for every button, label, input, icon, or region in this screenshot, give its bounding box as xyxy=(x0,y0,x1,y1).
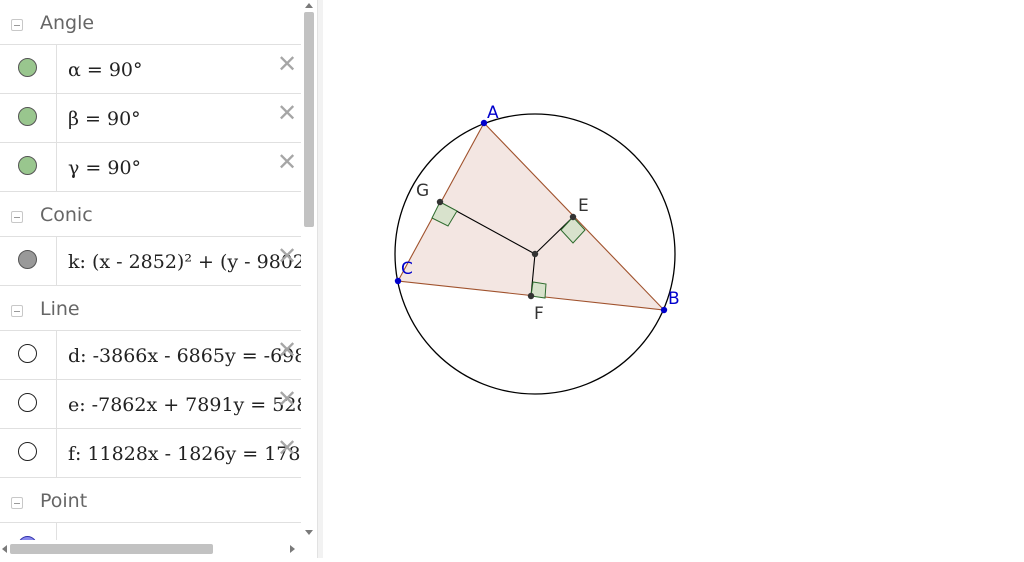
vertical-scroll-thumb[interactable] xyxy=(304,12,314,227)
label-f: F xyxy=(534,304,544,324)
point-g[interactable] xyxy=(436,198,444,206)
point-f[interactable] xyxy=(527,292,535,300)
delete-icon[interactable]: ✕ xyxy=(276,338,298,362)
group-title: Point xyxy=(40,490,88,512)
visibility-marble-icon[interactable] xyxy=(18,536,37,540)
marble-cell xyxy=(0,237,57,285)
delete-icon[interactable]: ✕ xyxy=(276,52,298,76)
collapse-group-icon[interactable] xyxy=(11,305,23,317)
scroll-right-arrow-icon[interactable] xyxy=(290,545,295,553)
label-c: C xyxy=(401,259,413,279)
collapse-group-icon[interactable] xyxy=(11,497,23,509)
marble-cell xyxy=(0,331,57,379)
algebra-item[interactable]: α = 90° ✕ xyxy=(0,45,301,94)
marble-cell xyxy=(0,45,57,93)
visibility-marble-icon[interactable] xyxy=(18,344,37,363)
algebra-expression[interactable]: e: -7862x + 7891y = 528 xyxy=(68,394,301,416)
algebra-item[interactable]: k: (x - 2852)² + (y - 9802 ✕ xyxy=(0,237,301,286)
point-b[interactable] xyxy=(660,306,668,314)
visibility-marble-icon[interactable] xyxy=(18,156,37,175)
visibility-marble-icon[interactable] xyxy=(18,107,37,126)
horizontal-scrollbar[interactable] xyxy=(0,541,301,558)
algebra-item[interactable]: f: 11828x - 1826y = 1781 ✕ xyxy=(0,429,301,478)
delete-icon[interactable]: ✕ xyxy=(276,244,298,268)
marble-cell xyxy=(0,94,57,142)
group-header-3[interactable]: Point xyxy=(0,478,301,523)
horizontal-scroll-thumb[interactable] xyxy=(10,544,213,554)
algebra-item[interactable]: γ = 90° ✕ xyxy=(0,143,301,192)
visibility-marble-icon[interactable] xyxy=(18,442,37,461)
algebra-expression[interactable]: α = 90° xyxy=(68,59,143,81)
algebra-view: Angle α = 90° ✕ β = 90° ✕ γ = 90° ✕ Conic k: (x … xyxy=(0,0,317,558)
group-title: Conic xyxy=(40,204,93,226)
visibility-marble-icon[interactable] xyxy=(18,250,37,269)
algebra-expression[interactable]: β = 90° xyxy=(68,108,141,130)
algebra-item-partial[interactable] xyxy=(0,523,301,540)
algebra-expression[interactable]: d: -3866x - 6865y = -698 xyxy=(68,345,301,367)
point-e[interactable] xyxy=(569,213,577,221)
marble-cell xyxy=(0,380,57,428)
label-b: B xyxy=(668,289,680,309)
graphics-view[interactable]: A B C E F G xyxy=(323,0,1024,558)
delete-icon[interactable]: ✕ xyxy=(276,101,298,125)
vertical-scrollbar[interactable] xyxy=(301,0,317,541)
algebra-item[interactable]: β = 90° ✕ xyxy=(0,94,301,143)
collapse-group-icon[interactable] xyxy=(11,211,23,223)
scroll-up-arrow-icon[interactable] xyxy=(305,3,313,8)
delete-icon[interactable]: ✕ xyxy=(276,436,298,460)
label-a: A xyxy=(487,103,499,123)
graphics-canvas[interactable]: A B C E F G xyxy=(323,0,1024,558)
marble-cell xyxy=(0,143,57,191)
group-header-2[interactable]: Line xyxy=(0,286,301,331)
algebra-expression[interactable]: f: 11828x - 1826y = 1781 xyxy=(68,443,301,465)
algebra-item[interactable]: d: -3866x - 6865y = -698 ✕ xyxy=(0,331,301,380)
algebra-item[interactable]: e: -7862x + 7891y = 528 ✕ xyxy=(0,380,301,429)
label-g: G xyxy=(416,181,429,201)
group-title: Line xyxy=(40,298,80,320)
visibility-marble-icon[interactable] xyxy=(18,393,37,412)
scroll-down-arrow-icon[interactable] xyxy=(305,530,313,535)
collapse-group-icon[interactable] xyxy=(11,19,23,31)
delete-icon[interactable]: ✕ xyxy=(276,150,298,174)
scroll-left-arrow-icon[interactable] xyxy=(2,545,7,553)
visibility-marble-icon[interactable] xyxy=(18,58,37,77)
group-header-1[interactable]: Conic xyxy=(0,192,301,237)
algebra-expression[interactable]: k: (x - 2852)² + (y - 9802 xyxy=(68,251,301,273)
group-header-0[interactable]: Angle xyxy=(0,0,301,45)
marble-cell xyxy=(0,429,57,477)
label-e: E xyxy=(578,196,589,216)
point-center[interactable] xyxy=(531,250,539,258)
group-title: Angle xyxy=(40,12,95,34)
delete-icon[interactable]: ✕ xyxy=(276,387,298,411)
algebra-expression[interactable]: γ = 90° xyxy=(68,157,141,179)
marble-cell xyxy=(0,523,57,540)
algebra-list: Angle α = 90° ✕ β = 90° ✕ γ = 90° ✕ Conic k: (x … xyxy=(0,0,301,540)
